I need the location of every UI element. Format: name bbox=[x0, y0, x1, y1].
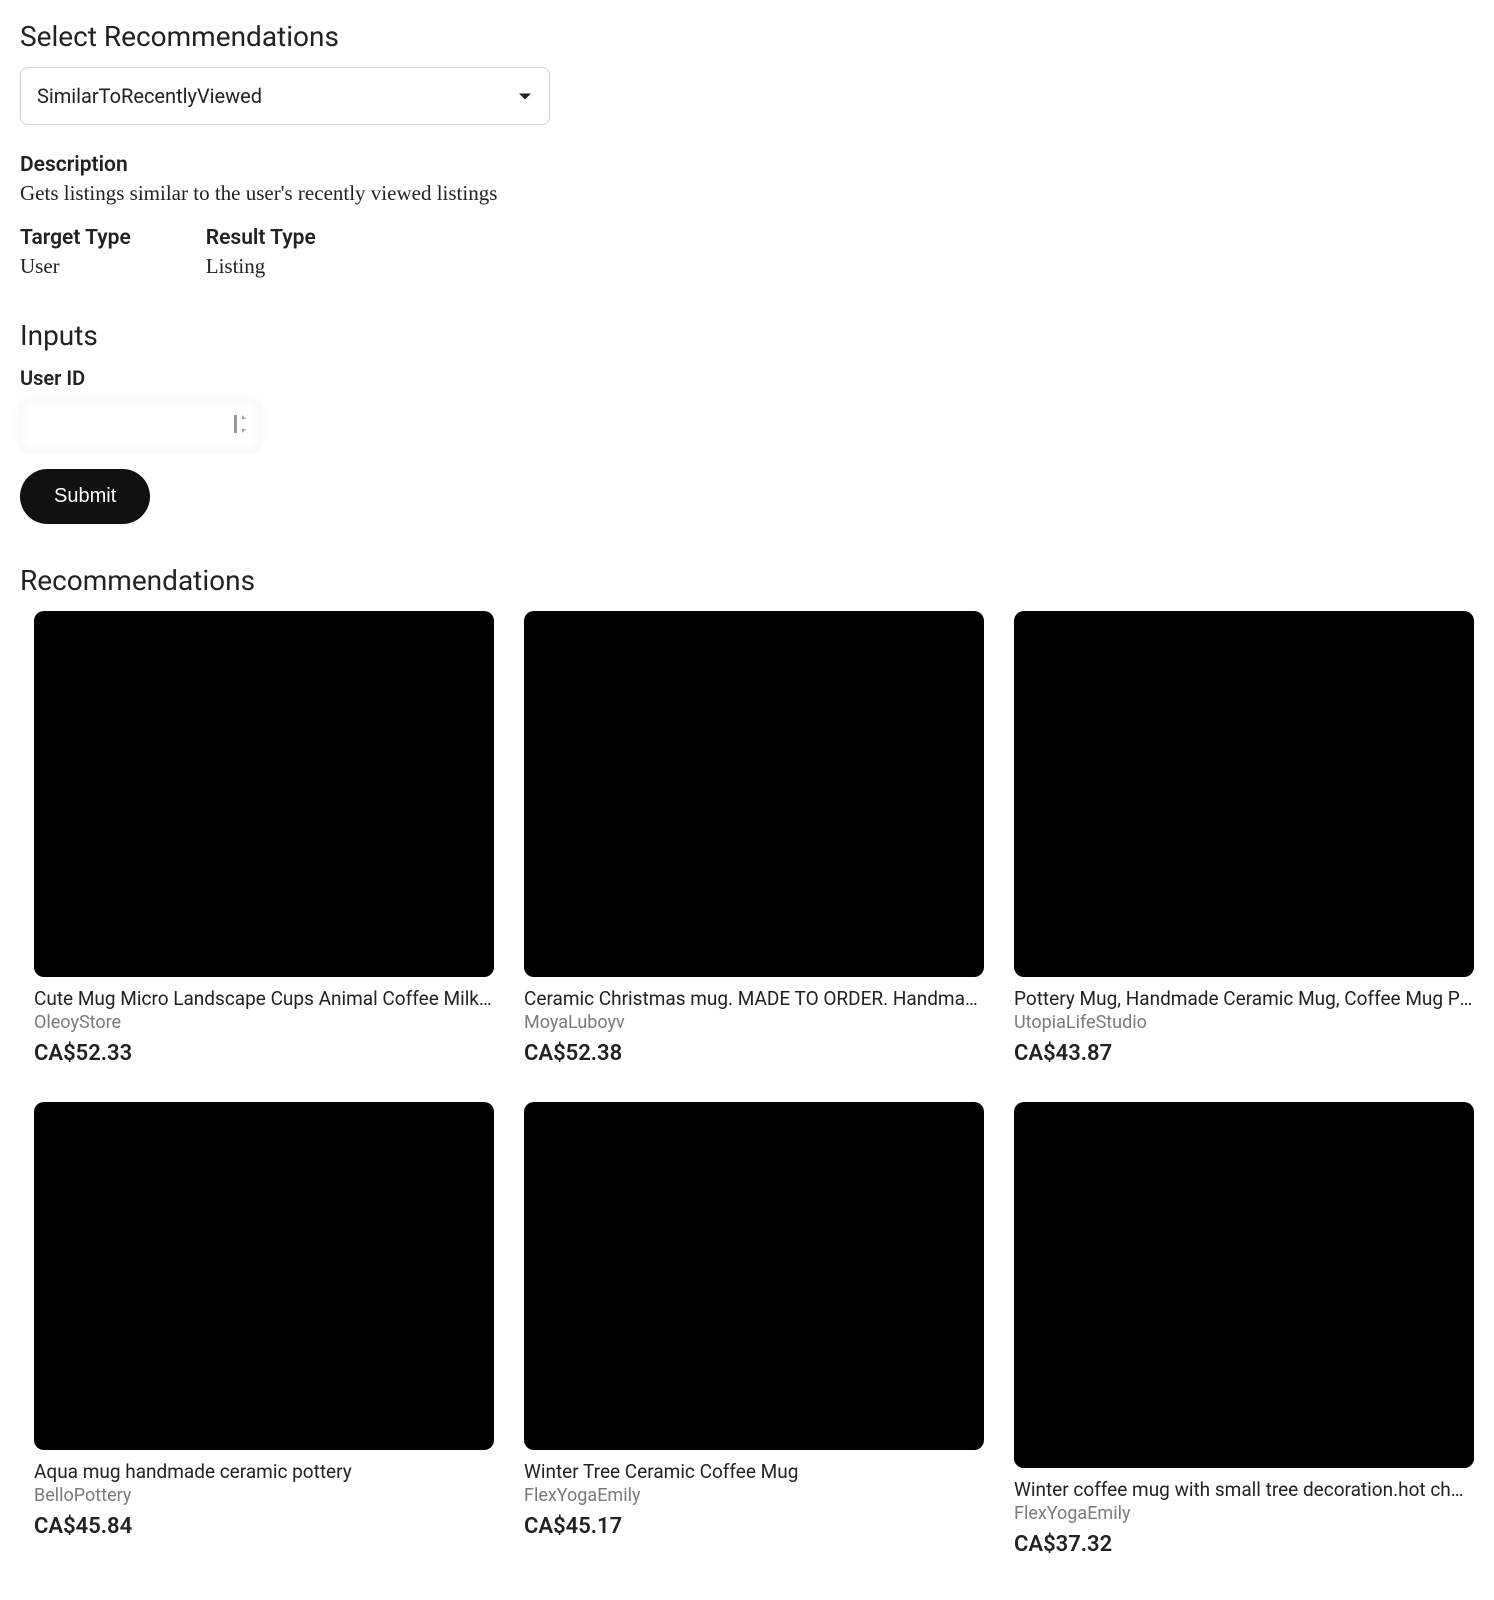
listing-price: CA$37.32 bbox=[1014, 1532, 1474, 1557]
select-recommendations-heading: Select Recommendations bbox=[20, 20, 1474, 53]
listing-shop: FlexYogaEmily bbox=[1014, 1503, 1474, 1524]
recommendations-select[interactable]: SimilarToRecentlyViewed bbox=[20, 67, 550, 125]
listing-shop: BelloPottery bbox=[34, 1485, 494, 1506]
listing-price: CA$45.17 bbox=[524, 1514, 984, 1539]
listing-thumbnail[interactable] bbox=[34, 1102, 494, 1450]
input-stepper-icon[interactable] bbox=[232, 413, 248, 439]
listing-thumbnail[interactable] bbox=[1014, 1102, 1474, 1468]
select-value: SimilarToRecentlyViewed bbox=[20, 67, 550, 125]
result-type-value: Listing bbox=[206, 254, 316, 279]
recommendation-card[interactable]: Pottery Mug, Handmade Ceramic Mug, Coffe… bbox=[1014, 611, 1474, 1066]
listing-title: Winter coffee mug with small tree decora… bbox=[1014, 1478, 1474, 1501]
result-type-block: Result Type Listing bbox=[206, 226, 316, 279]
recommendation-card[interactable]: Winter Tree Ceramic Coffee MugFlexYogaEm… bbox=[524, 1102, 984, 1557]
target-type-value: User bbox=[20, 254, 131, 279]
description-value: Gets listings similar to the user's rece… bbox=[20, 181, 1474, 206]
target-type-label: Target Type bbox=[20, 226, 131, 250]
target-type-block: Target Type User bbox=[20, 226, 131, 279]
listing-title: Aqua mug handmade ceramic pottery bbox=[34, 1460, 494, 1483]
recommendation-card[interactable]: Aqua mug handmade ceramic potteryBelloPo… bbox=[34, 1102, 494, 1557]
listing-thumbnail[interactable] bbox=[1014, 611, 1474, 977]
listing-shop: UtopiaLifeStudio bbox=[1014, 1012, 1474, 1033]
listing-shop: OleoyStore bbox=[34, 1012, 494, 1033]
listing-thumbnail[interactable] bbox=[524, 1102, 984, 1450]
listing-thumbnail[interactable] bbox=[524, 611, 984, 977]
recommendation-card[interactable]: Winter coffee mug with small tree decora… bbox=[1014, 1102, 1474, 1557]
submit-button[interactable]: Submit bbox=[20, 469, 150, 524]
inputs-heading: Inputs bbox=[20, 319, 1474, 352]
listing-thumbnail[interactable] bbox=[34, 611, 494, 977]
listing-title: Ceramic Christmas mug. MADE TO ORDER. Ha… bbox=[524, 987, 984, 1010]
listing-price: CA$52.38 bbox=[524, 1041, 984, 1066]
listing-title: Winter Tree Ceramic Coffee Mug bbox=[524, 1460, 984, 1483]
recommendations-heading: Recommendations bbox=[20, 564, 1474, 597]
result-type-label: Result Type bbox=[206, 226, 316, 250]
listing-price: CA$43.87 bbox=[1014, 1041, 1474, 1066]
listing-shop: MoyaLuboyv bbox=[524, 1012, 984, 1033]
listing-title: Cute Mug Micro Landscape Cups Animal Cof… bbox=[34, 987, 494, 1010]
user-id-label: User ID bbox=[20, 366, 1474, 390]
listing-price: CA$45.84 bbox=[34, 1514, 494, 1539]
recommendation-card[interactable]: Cute Mug Micro Landscape Cups Animal Cof… bbox=[34, 611, 494, 1066]
description-block: Description Gets listings similar to the… bbox=[20, 153, 1474, 206]
listing-title: Pottery Mug, Handmade Ceramic Mug, Coffe… bbox=[1014, 987, 1474, 1010]
listing-shop: FlexYogaEmily bbox=[524, 1485, 984, 1506]
recommendation-card[interactable]: Ceramic Christmas mug. MADE TO ORDER. Ha… bbox=[524, 611, 984, 1066]
description-label: Description bbox=[20, 153, 1474, 177]
listing-price: CA$52.33 bbox=[34, 1041, 494, 1066]
user-id-input[interactable] bbox=[20, 400, 260, 451]
